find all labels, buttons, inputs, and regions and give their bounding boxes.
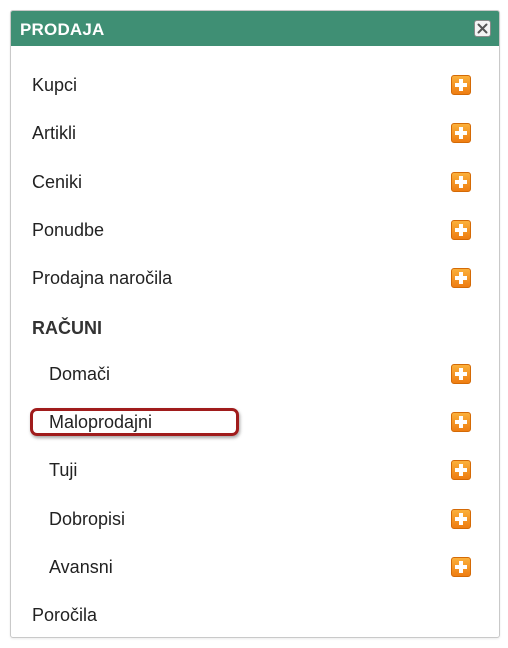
- menu-item-ponudbe[interactable]: Ponudbe: [11, 208, 499, 252]
- submenu-item-label: Domači: [49, 364, 111, 384]
- plus-icon[interactable]: [451, 220, 471, 240]
- menu-item-label: Kupci: [32, 75, 78, 95]
- plus-icon[interactable]: [451, 509, 471, 529]
- menu-item-artikli[interactable]: Artikli: [11, 111, 499, 155]
- close-icon[interactable]: [474, 20, 491, 37]
- submenu-item-avansni[interactable]: Avansni: [11, 545, 499, 589]
- panel-title: PRODAJA: [20, 20, 105, 39]
- menu-item-label: Ponudbe: [32, 220, 105, 240]
- menu-item-ceniki[interactable]: Ceniki: [11, 160, 499, 204]
- submenu-item-label: Tuji: [49, 460, 78, 480]
- plus-icon[interactable]: [451, 75, 471, 95]
- plus-icon[interactable]: [451, 172, 471, 192]
- menu-item-prodajna-narocila[interactable]: Prodajna naročila: [11, 256, 499, 300]
- panel-header: PRODAJA: [11, 11, 499, 46]
- submenu-item-tuji[interactable]: Tuji: [11, 448, 499, 492]
- sales-panel: PRODAJA Kupci Artikli Ceniki Ponudbe Pro…: [10, 10, 500, 638]
- menu-item-label: Prodajna naročila: [32, 268, 173, 288]
- menu-item-label: Artikli: [32, 123, 76, 143]
- submenu-item-dobropisi[interactable]: Dobropisi: [11, 497, 499, 541]
- menu-item-label: Ceniki: [32, 172, 83, 192]
- plus-icon[interactable]: [451, 364, 471, 384]
- submenu-item-domaci[interactable]: Domači: [11, 352, 499, 396]
- menu-item-label: Poročila: [32, 605, 98, 625]
- plus-icon[interactable]: [451, 412, 471, 432]
- plus-icon[interactable]: [451, 123, 471, 143]
- plus-icon[interactable]: [451, 268, 471, 288]
- menu-item-kupci[interactable]: Kupci: [11, 63, 499, 107]
- section-header-racuni: RAČUNI: [32, 318, 102, 338]
- plus-icon[interactable]: [451, 557, 471, 577]
- submenu-item-label: Dobropisi: [49, 509, 126, 529]
- menu-item-porocila[interactable]: Poročila: [11, 593, 499, 637]
- submenu-item-label: Avansni: [49, 557, 113, 577]
- highlight-annotation: [30, 408, 239, 436]
- plus-icon[interactable]: [451, 460, 471, 480]
